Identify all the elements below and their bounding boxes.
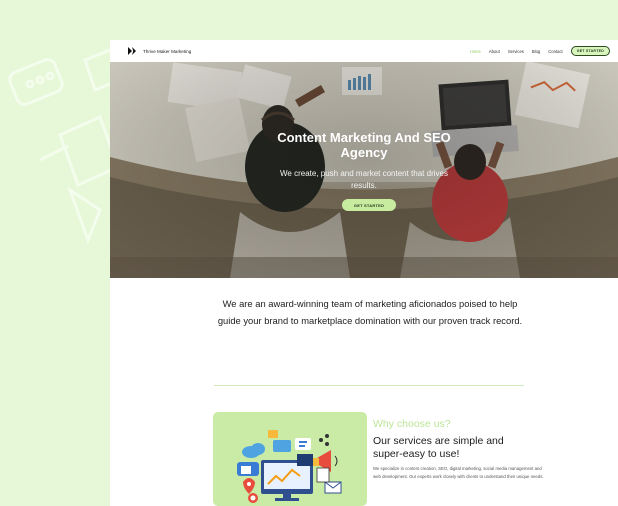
nav-link-blog[interactable]: Blog <box>532 49 540 54</box>
nav-link-services[interactable]: Services <box>508 49 524 54</box>
marketing-icons-illustration <box>237 430 342 503</box>
nav-link-contact[interactable]: Contact <box>548 49 562 54</box>
website-preview: Thrive Maker Marketing Home About Servic… <box>110 40 618 506</box>
hero-section: Content Marketing And SEO Agency We crea… <box>110 62 618 278</box>
nav-link-about[interactable]: About <box>489 49 500 54</box>
brand-logo[interactable]: Thrive Maker Marketing <box>128 47 191 55</box>
nav-get-started-button[interactable]: GET STARTED <box>570 46 610 56</box>
hero-get-started-button[interactable]: GET STARTED <box>342 199 396 211</box>
hero-title: Content Marketing And SEO Agency <box>277 130 451 160</box>
section-divider <box>214 385 524 386</box>
why-choose-us-kicker: Why choose us? <box>373 418 451 430</box>
digital-marketing-illustration <box>213 412 367 506</box>
top-navbar: Thrive Maker Marketing Home About Servic… <box>110 40 618 62</box>
chevron-logo-icon <box>128 47 136 55</box>
why-section-body: We specialize in content creation, SEO, … <box>373 466 544 479</box>
brand-name: Thrive Maker Marketing <box>143 48 192 54</box>
why-section-title: Our services are simple and super-easy t… <box>373 435 504 460</box>
intro-paragraph: We are an award-winning team of marketin… <box>217 298 523 326</box>
hero-subtitle: We create, push and market content that … <box>280 169 448 190</box>
nav-link-home[interactable]: Home <box>470 49 481 54</box>
